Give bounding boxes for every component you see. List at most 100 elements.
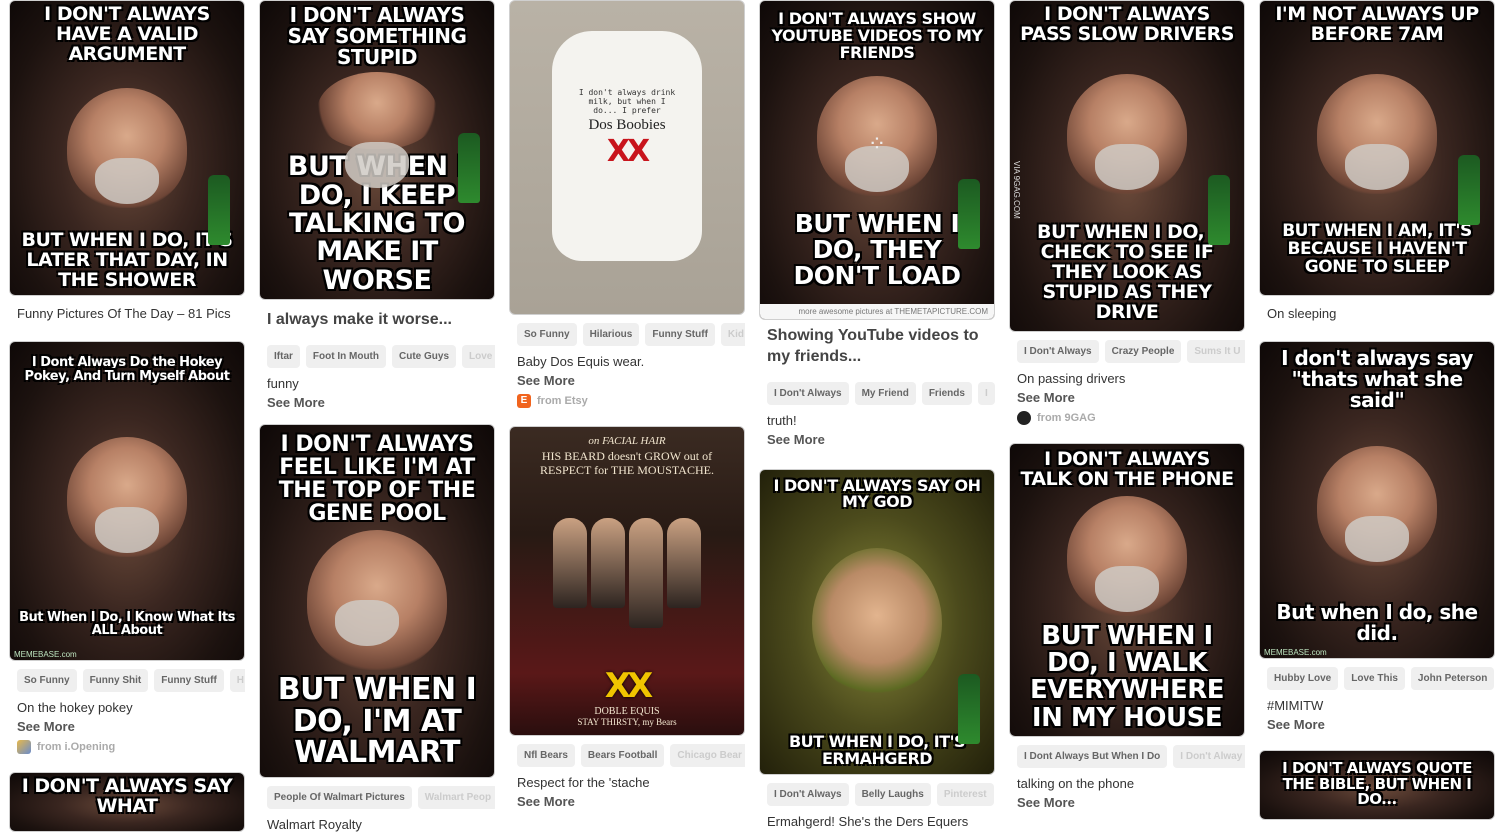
pin-source[interactable]: from 9GAG — [1009, 409, 1245, 429]
tag[interactable]: Love — [462, 344, 495, 368]
pin-image[interactable]: I don't always say something stupid But … — [259, 0, 495, 300]
play-dots-icon[interactable]: ⁘ — [868, 131, 886, 157]
watermark-text: MEMEBASE.com — [1264, 647, 1327, 657]
pin-image[interactable]: I don't always drink milk, but when I do… — [509, 0, 745, 315]
pin-card[interactable]: on FACIAL HAIR HIS BEARD doesn't GROW ou… — [509, 426, 745, 813]
see-more-link[interactable]: See More — [259, 393, 495, 414]
tag[interactable]: I Don't Always — [1017, 340, 1099, 363]
meme-top-text: I don't always talk on the phone — [1020, 448, 1234, 490]
pin-image[interactable]: I'm not always up before 7am But when I … — [1259, 0, 1495, 296]
tag[interactable]: Kid — [720, 323, 745, 346]
tag[interactable]: So Funny — [17, 668, 77, 692]
tag[interactable]: Cute Guys — [392, 344, 457, 368]
pin-source[interactable]: from i.Opening — [9, 738, 245, 758]
see-more-link[interactable]: See More — [759, 430, 995, 451]
tag[interactable]: Foot In Mouth — [305, 344, 386, 368]
pin-image[interactable]: I don't always pass slow drivers But whe… — [1009, 0, 1245, 332]
tag[interactable]: Chicago Bear — [670, 744, 745, 767]
see-more-link[interactable]: See More — [1009, 793, 1245, 814]
pin-card[interactable]: I don't always show YouTube videos to my… — [759, 0, 995, 451]
pin-card[interactable]: I don't always say something stupid But … — [259, 0, 495, 414]
pin-column-1: I don't always have a valid argument But… — [9, 0, 245, 832]
tag[interactable]: Funny Shit — [82, 668, 149, 692]
see-more-link[interactable]: See More — [1009, 388, 1245, 409]
pin-image[interactable]: I don't always show YouTube videos to my… — [759, 0, 995, 320]
tag[interactable]: Friends — [921, 381, 972, 405]
tag[interactable]: I Don't Always — [767, 782, 849, 806]
pin-description: Respect for the 'stache — [517, 775, 650, 790]
tag[interactable]: John Peterson — [1410, 666, 1495, 690]
meme-bottom-text: But when I do, I walk everywhere in my h… — [1029, 620, 1225, 733]
see-more-link[interactable]: See More — [509, 371, 745, 392]
pin-image[interactable]: I Dont Always Do the Hokey Pokey, And Tu… — [9, 340, 245, 661]
pin-image[interactable]: I don't always say "thats what she said"… — [1259, 340, 1495, 659]
tag[interactable]: People Of Walmart Pictures — [267, 785, 412, 809]
tag[interactable]: Hubby Love — [1267, 666, 1339, 690]
tag[interactable]: I Dont Always But When I Do — [1017, 745, 1168, 768]
pin-description: Baby Dos Equis wear. — [517, 354, 645, 369]
ad-brand-text: DOBLE EQUIS — [594, 706, 660, 717]
tag[interactable]: Crazy People — [1104, 340, 1182, 363]
pin-source[interactable]: E from Etsy — [509, 392, 745, 412]
pin-card[interactable]: I don't always say "thats what she said"… — [1259, 340, 1495, 736]
tag[interactable]: Sums It U — [1187, 340, 1245, 363]
tag[interactable]: Walmart Peop — [417, 785, 495, 809]
pin-card[interactable]: I don't always quote the bible, but when… — [1259, 749, 1495, 820]
pin-description: talking on the phone — [1017, 776, 1135, 791]
pin-image[interactable]: I don't always quote the bible, but when… — [1259, 749, 1495, 820]
see-more-link[interactable]: See More — [9, 717, 245, 738]
pin-card[interactable]: I don't always feel like I'm at the top … — [259, 423, 495, 834]
tag[interactable]: H — [229, 668, 245, 692]
tag[interactable]: I — [977, 381, 995, 405]
tag[interactable]: Iftar — [267, 344, 300, 368]
pin-card[interactable]: I don't always drink milk, but when I do… — [509, 0, 745, 412]
pin-card[interactable]: I don't always pass slow drivers But whe… — [1009, 0, 1245, 429]
pin-caption: I always make it worse... — [267, 311, 452, 328]
tag[interactable]: My Friend — [854, 381, 916, 405]
pin-card[interactable]: I don't always talk on the phone But whe… — [1009, 443, 1245, 814]
tag[interactable]: Bears Football — [580, 744, 665, 767]
tag[interactable]: Belly Laughs — [854, 782, 931, 806]
etsy-icon: E — [517, 394, 531, 408]
pin-image[interactable]: I don't always say oh my god But when I … — [759, 468, 995, 775]
tag[interactable]: Hilarious — [582, 323, 640, 346]
tag[interactable]: I Don't Always — [767, 381, 849, 405]
see-more-link[interactable]: See More — [509, 792, 745, 813]
pin-card[interactable]: I'm not always up before 7am But when I … — [1259, 0, 1495, 329]
meme-bottom-text: But when I am, it's because I haven't go… — [1282, 221, 1472, 278]
beer-bottle-icon — [208, 175, 230, 245]
pin-description: On passing drivers — [1017, 371, 1126, 386]
onesie-garment: I don't always drink milk, but when I do… — [552, 31, 702, 261]
tag[interactable]: Pinterest — [936, 782, 994, 806]
tag[interactable]: Nfl Bears — [517, 744, 575, 767]
pin-card[interactable]: I Dont Always Do the Hokey Pokey, And Tu… — [9, 340, 245, 758]
tag[interactable]: So Funny — [517, 323, 577, 346]
pin-image[interactable]: I don't always talk on the phone But whe… — [1009, 443, 1245, 737]
tag-row: Iftar Foot In Mouth Cute Guys Love › — [259, 337, 495, 370]
tag[interactable]: Love This — [1344, 666, 1405, 690]
source-text: from i.Opening — [37, 740, 116, 753]
tag[interactable]: Funny Stuff — [154, 668, 224, 692]
meme-top-text: I Dont Always Do the Hokey Pokey, And Tu… — [24, 354, 230, 384]
meme-face — [67, 436, 187, 557]
ninegag-icon — [1017, 411, 1031, 425]
pin-image[interactable]: I don't always say what — [9, 771, 245, 832]
pin-image[interactable]: I don't always have a valid argument But… — [9, 0, 245, 296]
see-more-link[interactable]: See More — [1259, 715, 1495, 736]
xx-logo: XX — [606, 134, 650, 170]
person-figure — [553, 517, 587, 608]
tag[interactable]: I Don't Alway — [1173, 745, 1245, 768]
tag[interactable]: Funny Stuff — [645, 323, 715, 346]
ad-footer: XX DOBLE EQUIS STAY THIRSTY, my Bears — [577, 666, 676, 735]
pin-column-4: I don't always show YouTube videos to my… — [759, 0, 995, 831]
pin-card[interactable]: I don't always say oh my god But when I … — [759, 468, 995, 831]
pin-caption: On sleeping — [1267, 306, 1337, 321]
pin-card[interactable]: I don't always have a valid argument But… — [9, 0, 245, 329]
pin-image[interactable]: on FACIAL HAIR HIS BEARD doesn't GROW ou… — [509, 426, 745, 736]
meme-top-text: I don't always show YouTube videos to my… — [771, 9, 983, 62]
source-avatar-icon — [17, 739, 31, 754]
pin-image[interactable]: I don't always feel like I'm at the top … — [259, 423, 495, 778]
pin-card[interactable]: I don't always say what — [9, 771, 245, 832]
pin-column-3: I don't always drink milk, but when I do… — [509, 0, 745, 813]
meme-top-text: I don't always quote the bible, but when… — [1282, 758, 1472, 809]
